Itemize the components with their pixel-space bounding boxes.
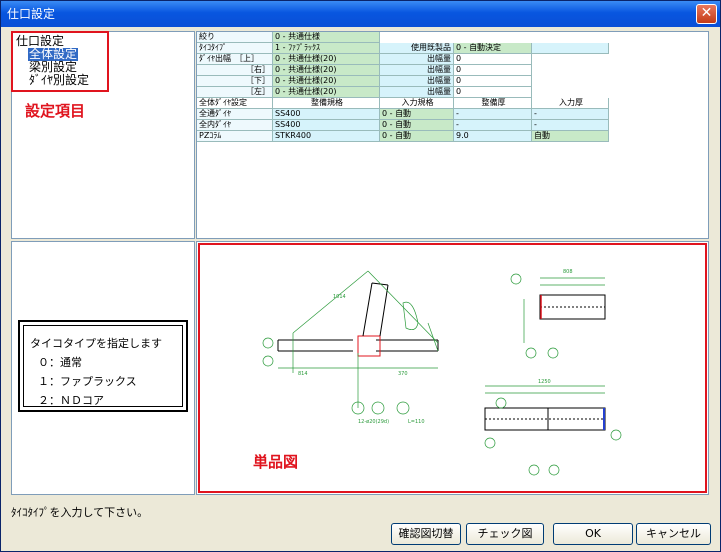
settings-annotation: 設定項目: [25, 102, 86, 120]
grid-label: 全通ﾀﾞｲﾔ: [197, 109, 273, 120]
grid-value[interactable]: 0: [454, 65, 532, 76]
grid-value: SS400: [273, 120, 380, 131]
grid-value[interactable]: 0 - 自動: [380, 109, 454, 120]
grid-label: 全内ﾀﾞｲﾔ: [197, 120, 273, 131]
grid-value[interactable]: 0 - 共通仕様(20): [273, 76, 380, 87]
grid-header: 整備厚: [454, 98, 532, 109]
grid-label: 使用既製品: [380, 43, 454, 54]
grid-value[interactable]: 0 - 共通仕様: [273, 32, 380, 43]
grid-value[interactable]: 自動: [532, 131, 609, 142]
ok-button[interactable]: OK: [553, 523, 633, 545]
window-title: 仕口設定: [7, 7, 56, 21]
svg-text:808: 808: [563, 269, 573, 275]
grid-header: 入力規格: [380, 98, 454, 109]
grid-label: ［右］: [197, 65, 273, 76]
grid-value[interactable]: 0: [454, 76, 532, 87]
grid-value: SS400: [273, 109, 380, 120]
grid-value[interactable]: 0 - 共通仕様(20): [273, 87, 380, 98]
settings-window: 仕口設定 ✕ 仕口設定 全体設定 梁別設定 ﾀﾞｲﾔ別設定 設定項目 絞り 0 …: [0, 0, 721, 552]
grid-value[interactable]: 0: [454, 87, 532, 98]
grid-value: STKR400: [273, 131, 380, 142]
drawing-panel: 12-ø20(29d) L=110 814 370 1014 1250 808 …: [196, 241, 709, 495]
svg-text:12-ø20(29d): 12-ø20(29d): [358, 419, 389, 425]
drawing-annotation: 単品図: [253, 453, 299, 471]
grid-label: 絞り: [197, 32, 273, 43]
grid-value[interactable]: 0 - 自動: [380, 120, 454, 131]
svg-text:814: 814: [298, 371, 308, 377]
grid-label: ﾀﾞｲﾔ出幅 ［上］: [197, 54, 273, 65]
svg-text:L=110: L=110: [408, 419, 425, 425]
description-panel: タイコタイプを指定します ０：通常 １：ファプラックス ２：ＮＤコア: [11, 241, 195, 495]
description-line: ２：ＮＤコア: [38, 394, 104, 407]
grid-value: 9.0: [454, 131, 532, 142]
grid-value[interactable]: 0 - 共通仕様(20): [273, 54, 380, 65]
title-bar: 仕口設定 ✕: [1, 1, 720, 27]
grid-label: ﾀｲｺﾀｲﾌﾟ: [197, 43, 273, 54]
svg-text:1014: 1014: [333, 294, 346, 300]
grid-value[interactable]: -: [532, 109, 609, 120]
toggle-drawing-button[interactable]: 確認図切替: [391, 523, 461, 545]
grid-value[interactable]: 0 - 共通仕様(20): [273, 65, 380, 76]
description-line: １：ファプラックス: [38, 375, 137, 388]
svg-text:1250: 1250: [538, 379, 551, 385]
description-title: タイコタイプを指定します: [30, 337, 162, 350]
cancel-button[interactable]: キャンセル: [636, 523, 711, 545]
grid-value[interactable]: 0: [454, 54, 532, 65]
tree-highlight-box: [11, 31, 109, 92]
close-icon: ✕: [700, 5, 713, 21]
grid-empty: [532, 43, 609, 54]
grid-label: PZｺﾗﾑ: [197, 131, 273, 142]
grid-header: 入力厚: [532, 98, 609, 109]
grid-value: -: [454, 120, 532, 131]
settings-tree: 仕口設定 全体設定 梁別設定 ﾀﾞｲﾔ別設定 設定項目: [11, 31, 195, 239]
grid-value: -: [454, 109, 532, 120]
status-text: ﾀｲｺﾀｲﾌﾟを入力して下さい。: [11, 506, 149, 519]
grid-label: 出幅量: [380, 65, 454, 76]
grid-label: 出幅量: [380, 87, 454, 98]
description-line: ０：通常: [38, 356, 82, 369]
grid-value[interactable]: -: [532, 120, 609, 131]
description-box: タイコタイプを指定します ０：通常 １：ファプラックス ２：ＮＤコア: [18, 320, 188, 412]
settings-grid: 絞り 0 - 共通仕様 ﾀｲｺﾀｲﾌﾟ 1 - ﾌｧﾌﾟﾗｯｸｽ 使用既製品 0…: [196, 31, 709, 239]
close-button[interactable]: ✕: [696, 4, 717, 24]
grid-header: 整備規格: [273, 98, 380, 109]
svg-text:370: 370: [398, 371, 408, 377]
grid-label: 出幅量: [380, 76, 454, 87]
grid-value[interactable]: 0 - 自動決定: [454, 43, 532, 54]
grid-label: ［左］: [197, 87, 273, 98]
grid-label: 出幅量: [380, 54, 454, 65]
grid-label: ［下］: [197, 76, 273, 87]
grid-value[interactable]: 0 - 自動: [380, 131, 454, 142]
check-drawing-button[interactable]: チェック図: [466, 523, 544, 545]
grid-header: 全体ﾀﾞｲﾔ設定: [197, 98, 273, 109]
grid-value[interactable]: 1 - ﾌｧﾌﾟﾗｯｸｽ: [273, 43, 380, 54]
